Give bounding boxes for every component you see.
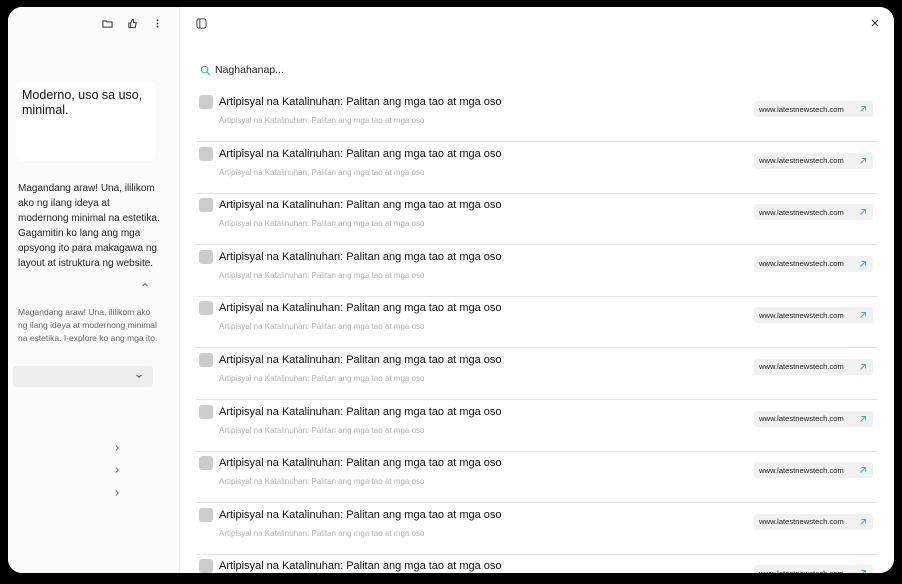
favicon-placeholder: [199, 249, 213, 264]
chevron-up-icon[interactable]: [140, 280, 150, 290]
search-icon: [200, 65, 211, 76]
thumbs-up-icon[interactable]: [127, 18, 138, 29]
chevron-down-icon: [134, 371, 144, 381]
favicon-placeholder: [199, 146, 213, 161]
result-title[interactable]: Artipisyal na Katalinuhan: Palitan ang m…: [219, 199, 502, 211]
source-link[interactable]: www.latestnewstech.com: [754, 513, 873, 530]
result-item[interactable]: Artipisyal na Katalinuhan: Palitan ang m…: [196, 297, 878, 349]
result-item[interactable]: Artipisyal na Katalinuhan: Palitan ang m…: [196, 143, 878, 194]
result-subtitle: Artipisyal na Katalinuhan: Palitan ang m…: [219, 322, 425, 332]
external-link-icon: [859, 466, 867, 474]
result-item[interactable]: Artipisyal na Katalinuhan: Palitan ang m…: [196, 349, 878, 400]
result-subtitle: Artipisyal na Katalinuhan: Palitan ang m…: [219, 477, 425, 487]
source-domain: www.latestnewstech.com: [759, 156, 844, 166]
chevron-right-icon[interactable]: [112, 465, 122, 475]
result-subtitle: Artipisyal na Katalinuhan: Palitan ang m…: [219, 425, 425, 435]
source-link[interactable]: www.latestnewstech.com: [754, 255, 873, 272]
external-link-icon: [859, 415, 867, 423]
favicon-placeholder: [199, 95, 213, 109]
result-title[interactable]: Artipisyal na Katalinuhan: Palitan ang m…: [219, 251, 502, 263]
external-link-icon: [859, 157, 867, 165]
search-status-text: Naghahanap...: [215, 64, 284, 76]
favicon-placeholder: [199, 404, 213, 419]
source-link[interactable]: www.latestnewstech.com: [754, 307, 873, 324]
result-subtitle: Artipisyal na Katalinuhan: Palitan ang m…: [219, 219, 425, 229]
result-item[interactable]: Artipisyal na Katalinuhan: Palitan ang m…: [196, 246, 878, 297]
search-panel: Naghahanap... Artipisyal na Katalinuhan:…: [180, 7, 894, 573]
sidebar: Moderno, uso sa uso, minimal. Magandang …: [8, 7, 180, 573]
folder-icon[interactable]: [102, 18, 113, 29]
search-status: Naghahanap...: [200, 63, 284, 77]
source-domain: www.latestnewstech.com: [759, 569, 844, 573]
prompt-card-title: Moderno, uso sa uso, minimal.: [22, 88, 143, 117]
close-icon[interactable]: [870, 18, 880, 28]
source-link[interactable]: www.latestnewstech.com: [754, 410, 873, 427]
source-link[interactable]: www.latestnewstech.com: [754, 101, 873, 117]
sidebar-toolbar: [102, 18, 163, 29]
chevron-right-icon[interactable]: [112, 488, 122, 498]
result-title[interactable]: Artipisyal na Katalinuhan: Palitan ang m…: [219, 560, 502, 572]
source-domain: www.latestnewstech.com: [759, 517, 844, 527]
source-link[interactable]: www.latestnewstech.com: [754, 565, 873, 573]
favicon-placeholder: [199, 456, 213, 471]
result-title[interactable]: Artipisyal na Katalinuhan: Palitan ang m…: [219, 509, 502, 521]
chevron-right-icon[interactable]: [112, 443, 122, 453]
result-title[interactable]: Artipisyal na Katalinuhan: Palitan ang m…: [219, 406, 502, 418]
favicon-placeholder: [199, 301, 213, 316]
result-title[interactable]: Artipisyal na Katalinuhan: Palitan ang m…: [219, 148, 502, 160]
result-item[interactable]: Artipisyal na Katalinuhan: Palitan ang m…: [196, 504, 878, 555]
result-item[interactable]: Artipisyal na Katalinuhan: Palitan ang m…: [196, 555, 878, 573]
assistant-note: Magandang araw! Una, ililikom ako ng ila…: [18, 307, 158, 343]
more-vertical-icon[interactable]: [152, 18, 163, 29]
source-domain: www.latestnewstech.com: [759, 465, 844, 475]
favicon-placeholder: [199, 559, 213, 573]
source-domain: www.latestnewstech.com: [759, 414, 844, 424]
source-link[interactable]: www.latestnewstech.com: [754, 204, 873, 221]
prompt-card[interactable]: Moderno, uso sa uso, minimal.: [16, 81, 156, 161]
result-item[interactable]: Artipisyal na Katalinuhan: Palitan ang m…: [196, 452, 878, 504]
source-link[interactable]: www.latestnewstech.com: [754, 462, 873, 479]
assistant-message: Magandang araw! Una, ililikom ako ng ila…: [18, 183, 160, 269]
result-subtitle: Artipisyal na Katalinuhan: Palitan ang m…: [219, 528, 425, 538]
external-link-icon: [859, 260, 867, 268]
result-title[interactable]: Artipisyal na Katalinuhan: Palitan ang m…: [219, 96, 502, 108]
source-link[interactable]: www.latestnewstech.com: [754, 358, 873, 375]
external-link-icon: [859, 569, 867, 573]
source-domain: www.latestnewstech.com: [759, 259, 844, 269]
result-subtitle: Artipisyal na Katalinuhan: Palitan ang m…: [219, 270, 425, 280]
results-list: Artipisyal na Katalinuhan: Palitan ang m…: [196, 91, 878, 573]
external-link-icon: [859, 105, 867, 113]
external-link-icon: [859, 311, 867, 319]
source-domain: www.latestnewstech.com: [759, 310, 844, 320]
result-item[interactable]: Artipisyal na Katalinuhan: Palitan ang m…: [196, 91, 878, 142]
result-subtitle: Artipisyal na Katalinuhan: Palitan ang m…: [219, 167, 425, 177]
source-domain: www.latestnewstech.com: [759, 104, 844, 114]
favicon-placeholder: [199, 198, 213, 213]
result-subtitle: Artipisyal na Katalinuhan: Palitan ang m…: [219, 373, 425, 383]
result-subtitle: Artipisyal na Katalinuhan: Palitan ang m…: [219, 116, 425, 125]
result-title[interactable]: Artipisyal na Katalinuhan: Palitan ang m…: [219, 354, 502, 366]
result-item[interactable]: Artipisyal na Katalinuhan: Palitan ang m…: [196, 401, 878, 452]
favicon-placeholder: [199, 352, 213, 367]
result-title[interactable]: Artipisyal na Katalinuhan: Palitan ang m…: [219, 302, 502, 314]
option-select[interactable]: [13, 366, 153, 387]
external-link-icon: [859, 363, 867, 371]
app-window: Moderno, uso sa uso, minimal. Magandang …: [8, 7, 894, 573]
result-title[interactable]: Artipisyal na Katalinuhan: Palitan ang m…: [219, 457, 502, 469]
external-link-icon: [859, 208, 867, 216]
source-domain: www.latestnewstech.com: [759, 207, 844, 217]
favicon-placeholder: [199, 507, 213, 522]
result-item[interactable]: Artipisyal na Katalinuhan: Palitan ang m…: [196, 194, 878, 246]
external-link-icon: [859, 518, 867, 526]
source-link[interactable]: www.latestnewstech.com: [754, 152, 873, 169]
source-domain: www.latestnewstech.com: [759, 362, 844, 372]
sidebar-panel-icon[interactable]: [196, 18, 207, 29]
